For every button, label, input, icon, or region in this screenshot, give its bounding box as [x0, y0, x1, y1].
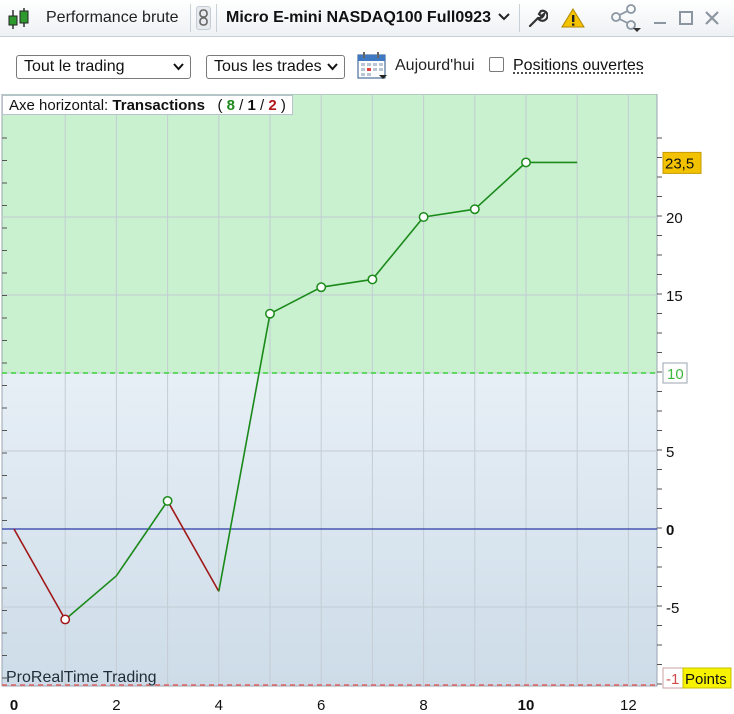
trade-point — [162, 495, 173, 506]
unit-label: Points — [685, 671, 727, 688]
profit-zone — [2, 94, 657, 373]
last-value-text: 23,5 — [665, 155, 694, 172]
neutral-trades-count: 1 — [247, 97, 256, 114]
x-tick-label: 4 — [215, 697, 223, 714]
y-tick-label: -5 — [666, 600, 679, 617]
trade-point — [316, 282, 327, 293]
x-tick-label: 8 — [419, 697, 427, 714]
y-tick-label: 5 — [666, 444, 674, 461]
window-title: Performance brute — [46, 9, 179, 26]
trade-point — [521, 157, 531, 168]
x-tick-label: 10 — [518, 697, 535, 714]
share-icon[interactable] — [609, 4, 643, 32]
date-label[interactable]: Aujourd'hui — [395, 57, 475, 75]
link-icon[interactable] — [196, 6, 211, 30]
maximize-icon[interactable] — [678, 10, 694, 26]
instrument-selector[interactable]: Micro E-mini NASDAQ100 Full0923 — [226, 9, 491, 27]
watermark: ProRealTime Trading — [6, 669, 157, 686]
chart-canvas[interactable]: 0 2 4 6 8 10 12-5051520 1023,5-1 Points — [0, 94, 734, 714]
candlestick-icon[interactable] — [6, 7, 32, 31]
threshold-badge-text: 10 — [667, 366, 684, 383]
losing-trades-count: 2 — [268, 97, 277, 114]
chevron-down-icon[interactable] — [498, 12, 510, 22]
trade-point — [418, 212, 429, 222]
wrench-icon[interactable] — [526, 7, 548, 29]
x-tick-label: 6 — [317, 697, 325, 714]
chevron-down-icon — [327, 63, 338, 71]
close-icon[interactable] — [704, 10, 720, 26]
trade-point — [469, 204, 480, 215]
title-bar: Performance brute Micro E-mini NASDAQ100… — [0, 0, 734, 37]
chevron-down-icon — [173, 63, 184, 71]
warning-icon[interactable] — [561, 7, 585, 29]
trades-filter-value: Tous les trades — [214, 58, 322, 75]
performance-chart[interactable]: 0 2 4 6 8 10 12 -5 0 5 15 20 10 23,5 -1 Points Axe hor… — [0, 94, 734, 714]
x-tick-label: 2 — [112, 697, 120, 714]
open-positions-label[interactable]: Positions ouvertes — [513, 57, 644, 75]
winning-trades-count: 8 — [226, 97, 235, 114]
trade-point — [60, 614, 71, 625]
horizontal-axis-selector[interactable]: Axe horizontal: Transactions ( 8 / 1 / 2… — [2, 95, 293, 115]
minimize-icon[interactable] — [652, 10, 668, 26]
trading-filter-value: Tout le trading — [24, 58, 125, 75]
trade-point — [265, 308, 275, 319]
trades-filter-select[interactable]: Tous les trades — [206, 55, 345, 79]
y-tick-label: 15 — [666, 288, 683, 305]
lower-threshold-text: -1 — [666, 671, 679, 688]
y-tick-label: 20 — [666, 210, 683, 227]
x-tick-label: 0 — [10, 697, 18, 714]
axis-prefix: Axe horizontal: — [9, 97, 109, 114]
toolbar: Tout le trading Tous les trades Aujourd'… — [0, 37, 734, 94]
y-tick-label: 0 — [666, 522, 674, 539]
trading-filter-select[interactable]: Tout le trading — [16, 55, 191, 79]
calendar-icon[interactable] — [357, 51, 389, 81]
trade-point — [367, 274, 378, 285]
x-tick-label: 12 — [620, 697, 637, 714]
axis-name: Transactions — [112, 97, 205, 114]
open-positions-checkbox[interactable] — [489, 57, 504, 72]
